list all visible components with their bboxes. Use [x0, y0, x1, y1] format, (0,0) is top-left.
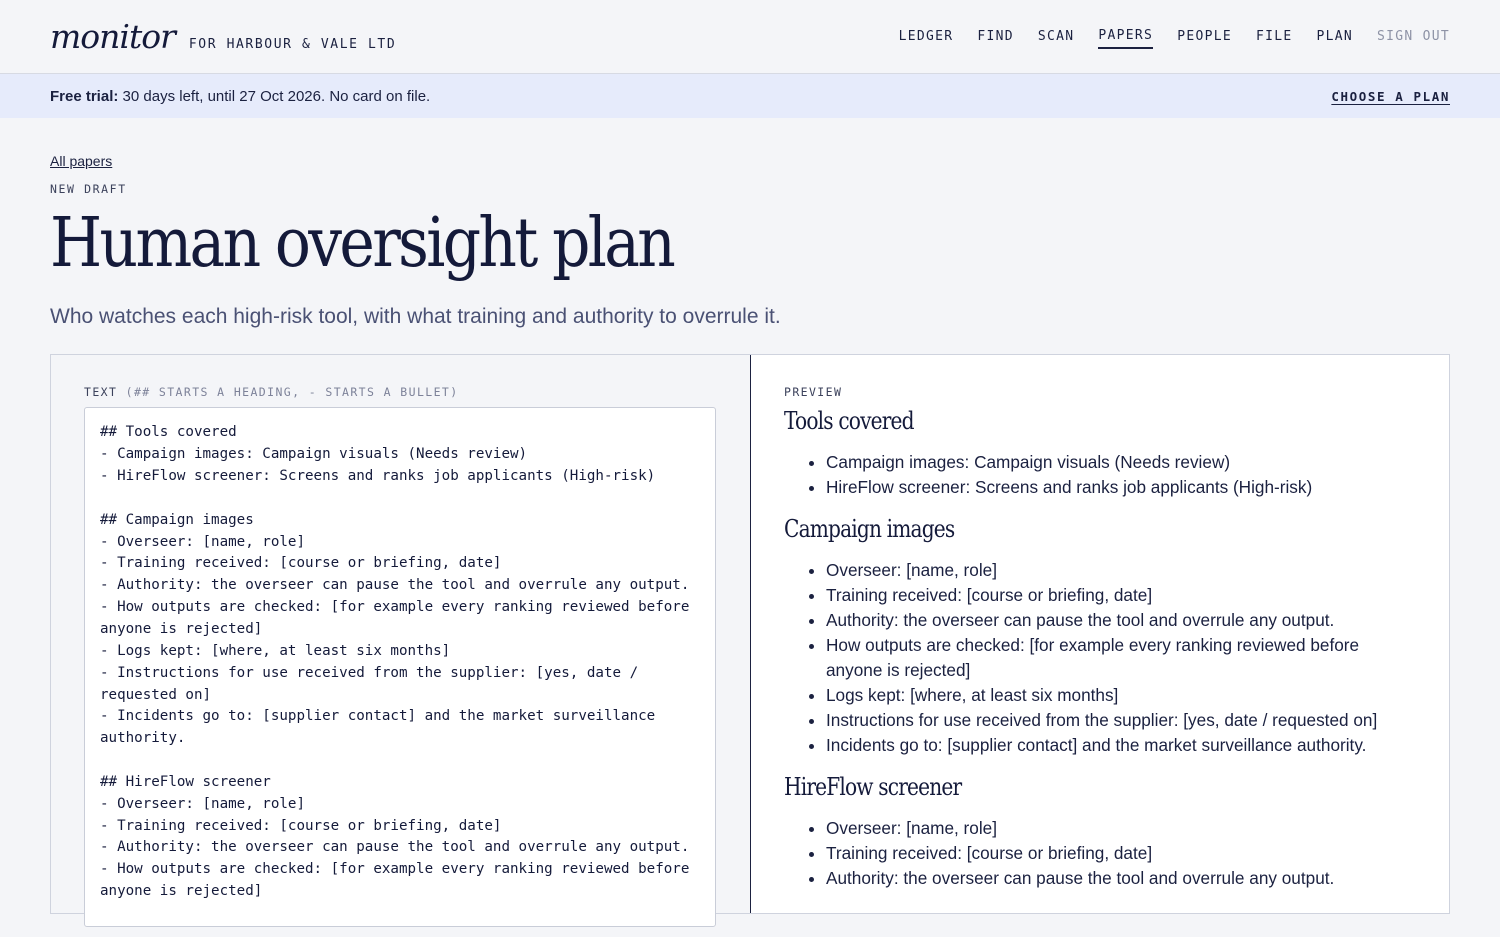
editor-panel: TEXT (## STARTS A HEADING, - STARTS A BU… — [50, 354, 1450, 928]
nav-plan[interactable]: PLAN — [1316, 25, 1353, 48]
preview-label: PREVIEW — [784, 385, 843, 400]
list-item: Campaign images: Campaign visuals (Needs… — [826, 450, 1416, 475]
nav-ledger[interactable]: LEDGER — [899, 25, 954, 48]
list-item: Authority: the overseer can pause the to… — [826, 866, 1416, 891]
nav-papers[interactable]: PAPERS — [1098, 24, 1154, 49]
logo[interactable]: monitor — [50, 20, 176, 53]
list-item: Incidents go to: [supplier contact] and … — [826, 733, 1416, 758]
preview-list: Overseer: [name, role] Training received… — [784, 816, 1416, 891]
nav-people[interactable]: PEOPLE — [1177, 25, 1232, 48]
main-nav: LEDGER FIND SCAN PAPERS PEOPLE FILE PLAN… — [875, 24, 1450, 49]
choose-plan-link[interactable]: CHOOSE A PLAN — [1331, 89, 1450, 104]
list-item: Overseer: [name, role] — [826, 558, 1416, 583]
page-title: Human oversight plan — [50, 204, 676, 283]
brand: monitor FOR HARBOUR & VALE LTD — [50, 20, 396, 53]
trial-label: Free trial: — [50, 87, 119, 105]
trial-message: Free trial: 30 days left, until 27 Oct 2… — [50, 88, 430, 105]
markdown-editor[interactable]: ## Tools covered - Campaign images: Camp… — [84, 407, 716, 928]
draft-status: NEW DRAFT — [50, 182, 127, 196]
preview-heading: Tools covered — [784, 407, 915, 436]
list-item: Training received: [course or briefing, … — [826, 583, 1416, 608]
list-item: HireFlow screener: Screens and ranks job… — [826, 475, 1416, 500]
text-column: TEXT (## STARTS A HEADING, - STARTS A BU… — [51, 355, 751, 928]
list-item: Instructions for use received from the s… — [826, 708, 1416, 733]
sign-out-link[interactable]: SIGN OUT — [1377, 25, 1450, 48]
list-item: Training received: [course or briefing, … — [826, 841, 1416, 866]
nav-file[interactable]: FILE — [1256, 25, 1293, 48]
trial-details: 30 days left, until 27 Oct 2026. No card… — [118, 87, 431, 105]
text-label-hint: (## STARTS A HEADING, - STARTS A BULLET) — [117, 385, 459, 400]
preview-heading: Campaign images — [784, 515, 955, 544]
list-item: Authority: the overseer can pause the to… — [826, 608, 1416, 633]
text-label-title: TEXT — [84, 385, 118, 400]
list-item: How outputs are checked: [for example ev… — [826, 633, 1416, 683]
text-label: TEXT (## STARTS A HEADING, - STARTS A BU… — [84, 385, 717, 399]
trial-banner: Free trial: 30 days left, until 27 Oct 2… — [0, 74, 1500, 118]
preview-list: Overseer: [name, role] Training received… — [784, 558, 1416, 758]
organization-name: FOR HARBOUR & VALE LTD — [188, 37, 397, 52]
nav-scan[interactable]: SCAN — [1038, 25, 1075, 48]
list-item: Logs kept: [where, at least six months] — [826, 683, 1416, 708]
preview-list: Campaign images: Campaign visuals (Needs… — [784, 450, 1416, 500]
preview-content: Tools covered Campaign images: Campaign … — [784, 406, 1416, 891]
list-item: Overseer: [name, role] — [826, 816, 1416, 841]
all-papers-link[interactable]: All papers — [50, 153, 112, 169]
nav-find[interactable]: FIND — [977, 25, 1014, 48]
top-bar: monitor FOR HARBOUR & VALE LTD LEDGER FI… — [0, 0, 1500, 74]
preview-column: PREVIEW Tools covered Campaign images: C… — [751, 355, 1449, 914]
page-subtitle: Who watches each high-risk tool, with wh… — [50, 305, 781, 329]
main-content: All papers NEW DRAFT Human oversight pla… — [0, 118, 1500, 928]
preview-heading: HireFlow screener — [784, 773, 962, 802]
